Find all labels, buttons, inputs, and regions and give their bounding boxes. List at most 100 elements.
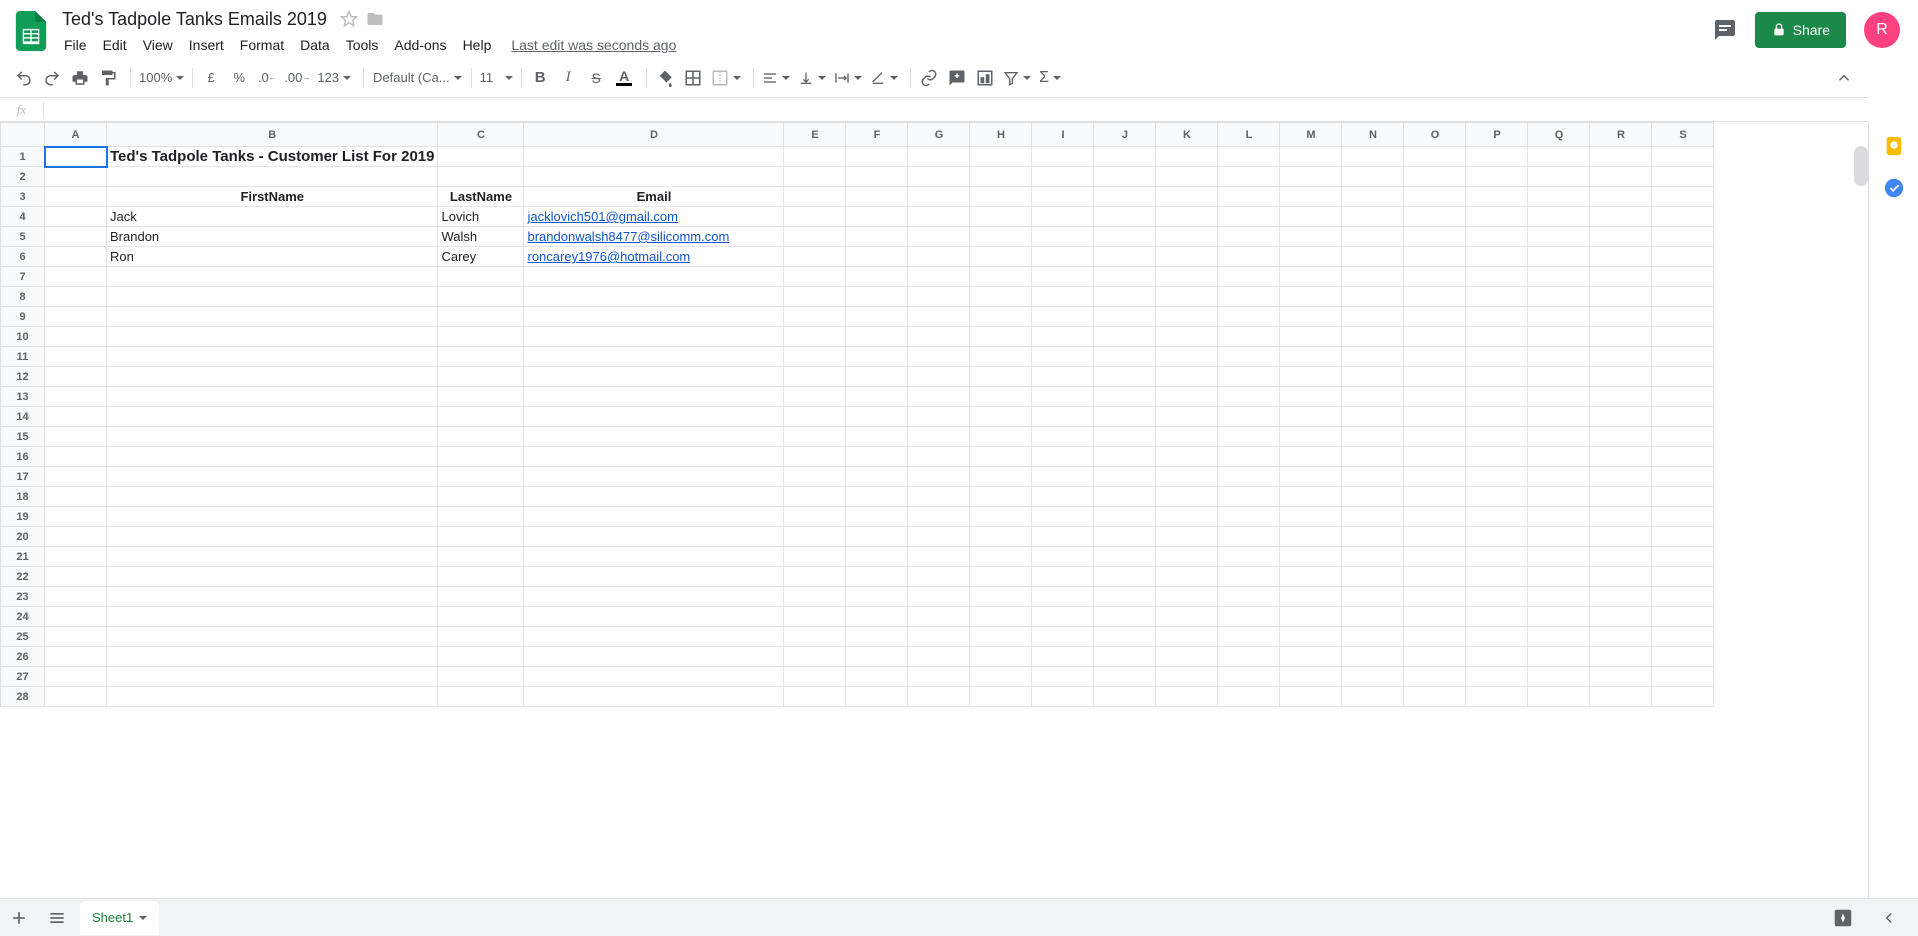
cell-H10[interactable]	[970, 327, 1032, 347]
spreadsheet-grid[interactable]: ABCDEFGHIJKLMNOPQRS1Ted's Tadpole Tanks …	[0, 122, 1868, 912]
cell-I16[interactable]	[1032, 447, 1094, 467]
cell-S16[interactable]	[1652, 447, 1714, 467]
cell-B11[interactable]	[107, 347, 438, 367]
cell-I3[interactable]	[1032, 187, 1094, 207]
last-edit-link[interactable]: Last edit was seconds ago	[511, 37, 676, 53]
cell-R25[interactable]	[1590, 627, 1652, 647]
cell-O12[interactable]	[1404, 367, 1466, 387]
menu-addons[interactable]: Add-ons	[386, 33, 454, 57]
cell-I2[interactable]	[1032, 167, 1094, 187]
cell-Q22[interactable]	[1528, 567, 1590, 587]
cell-B4[interactable]: Jack	[107, 207, 438, 227]
cell-H28[interactable]	[970, 687, 1032, 707]
cell-H11[interactable]	[970, 347, 1032, 367]
cell-P12[interactable]	[1466, 367, 1528, 387]
cell-S27[interactable]	[1652, 667, 1714, 687]
sheet-tab[interactable]: Sheet1	[80, 901, 159, 935]
cell-O2[interactable]	[1404, 167, 1466, 187]
col-header-Q[interactable]: Q	[1528, 123, 1590, 147]
cell-S4[interactable]	[1652, 207, 1714, 227]
more-formats-select[interactable]: 123	[313, 64, 355, 92]
cell-N7[interactable]	[1342, 267, 1404, 287]
move-folder-icon[interactable]	[365, 9, 385, 29]
strikethrough-icon[interactable]: S	[582, 64, 610, 92]
row-header-25[interactable]: 25	[1, 627, 45, 647]
row-header-2[interactable]: 2	[1, 167, 45, 187]
cell-N16[interactable]	[1342, 447, 1404, 467]
cell-P27[interactable]	[1466, 667, 1528, 687]
cell-G10[interactable]	[908, 327, 970, 347]
cell-S25[interactable]	[1652, 627, 1714, 647]
cell-J18[interactable]	[1094, 487, 1156, 507]
cell-A18[interactable]	[45, 487, 107, 507]
cell-D7[interactable]	[524, 267, 784, 287]
cell-Q2[interactable]	[1528, 167, 1590, 187]
cell-C16[interactable]	[438, 447, 524, 467]
share-button[interactable]: Share	[1755, 12, 1846, 48]
col-header-A[interactable]: A	[45, 123, 107, 147]
col-header-B[interactable]: B	[107, 123, 438, 147]
cell-I9[interactable]	[1032, 307, 1094, 327]
cell-C2[interactable]	[438, 167, 524, 187]
menu-format[interactable]: Format	[232, 33, 292, 57]
cell-C27[interactable]	[438, 667, 524, 687]
col-header-K[interactable]: K	[1156, 123, 1218, 147]
cell-N4[interactable]	[1342, 207, 1404, 227]
cell-M28[interactable]	[1280, 687, 1342, 707]
cell-E7[interactable]	[784, 267, 846, 287]
cell-N20[interactable]	[1342, 527, 1404, 547]
cell-E5[interactable]	[784, 227, 846, 247]
cell-M3[interactable]	[1280, 187, 1342, 207]
cell-D28[interactable]	[524, 687, 784, 707]
cell-Q24[interactable]	[1528, 607, 1590, 627]
cell-E16[interactable]	[784, 447, 846, 467]
row-header-28[interactable]: 28	[1, 687, 45, 707]
cell-L9[interactable]	[1218, 307, 1280, 327]
cell-K3[interactable]	[1156, 187, 1218, 207]
cell-P16[interactable]	[1466, 447, 1528, 467]
cell-O25[interactable]	[1404, 627, 1466, 647]
menu-view[interactable]: View	[135, 33, 181, 57]
cell-H21[interactable]	[970, 547, 1032, 567]
cell-G8[interactable]	[908, 287, 970, 307]
cell-P17[interactable]	[1466, 467, 1528, 487]
cell-B10[interactable]	[107, 327, 438, 347]
cell-I24[interactable]	[1032, 607, 1094, 627]
cell-D25[interactable]	[524, 627, 784, 647]
functions-select[interactable]: Σ	[1035, 64, 1065, 92]
cell-A25[interactable]	[45, 627, 107, 647]
cell-F20[interactable]	[846, 527, 908, 547]
cell-D26[interactable]	[524, 647, 784, 667]
cell-O28[interactable]	[1404, 687, 1466, 707]
cell-M14[interactable]	[1280, 407, 1342, 427]
cell-R13[interactable]	[1590, 387, 1652, 407]
cell-D13[interactable]	[524, 387, 784, 407]
cell-R2[interactable]	[1590, 167, 1652, 187]
cell-O13[interactable]	[1404, 387, 1466, 407]
cell-E11[interactable]	[784, 347, 846, 367]
cell-C17[interactable]	[438, 467, 524, 487]
cell-N10[interactable]	[1342, 327, 1404, 347]
cell-S23[interactable]	[1652, 587, 1714, 607]
filter-select[interactable]	[999, 64, 1035, 92]
cell-E18[interactable]	[784, 487, 846, 507]
cell-F10[interactable]	[846, 327, 908, 347]
cell-R9[interactable]	[1590, 307, 1652, 327]
row-header-20[interactable]: 20	[1, 527, 45, 547]
sheets-logo[interactable]	[10, 10, 52, 52]
cell-R1[interactable]	[1590, 147, 1652, 167]
cell-H15[interactable]	[970, 427, 1032, 447]
cell-R4[interactable]	[1590, 207, 1652, 227]
cell-K1[interactable]	[1156, 147, 1218, 167]
cell-P3[interactable]	[1466, 187, 1528, 207]
cell-F9[interactable]	[846, 307, 908, 327]
cell-M8[interactable]	[1280, 287, 1342, 307]
cell-J12[interactable]	[1094, 367, 1156, 387]
cell-L1[interactable]	[1218, 147, 1280, 167]
cell-F5[interactable]	[846, 227, 908, 247]
cell-M7[interactable]	[1280, 267, 1342, 287]
cell-M27[interactable]	[1280, 667, 1342, 687]
cell-L23[interactable]	[1218, 587, 1280, 607]
cell-L28[interactable]	[1218, 687, 1280, 707]
cell-Q13[interactable]	[1528, 387, 1590, 407]
